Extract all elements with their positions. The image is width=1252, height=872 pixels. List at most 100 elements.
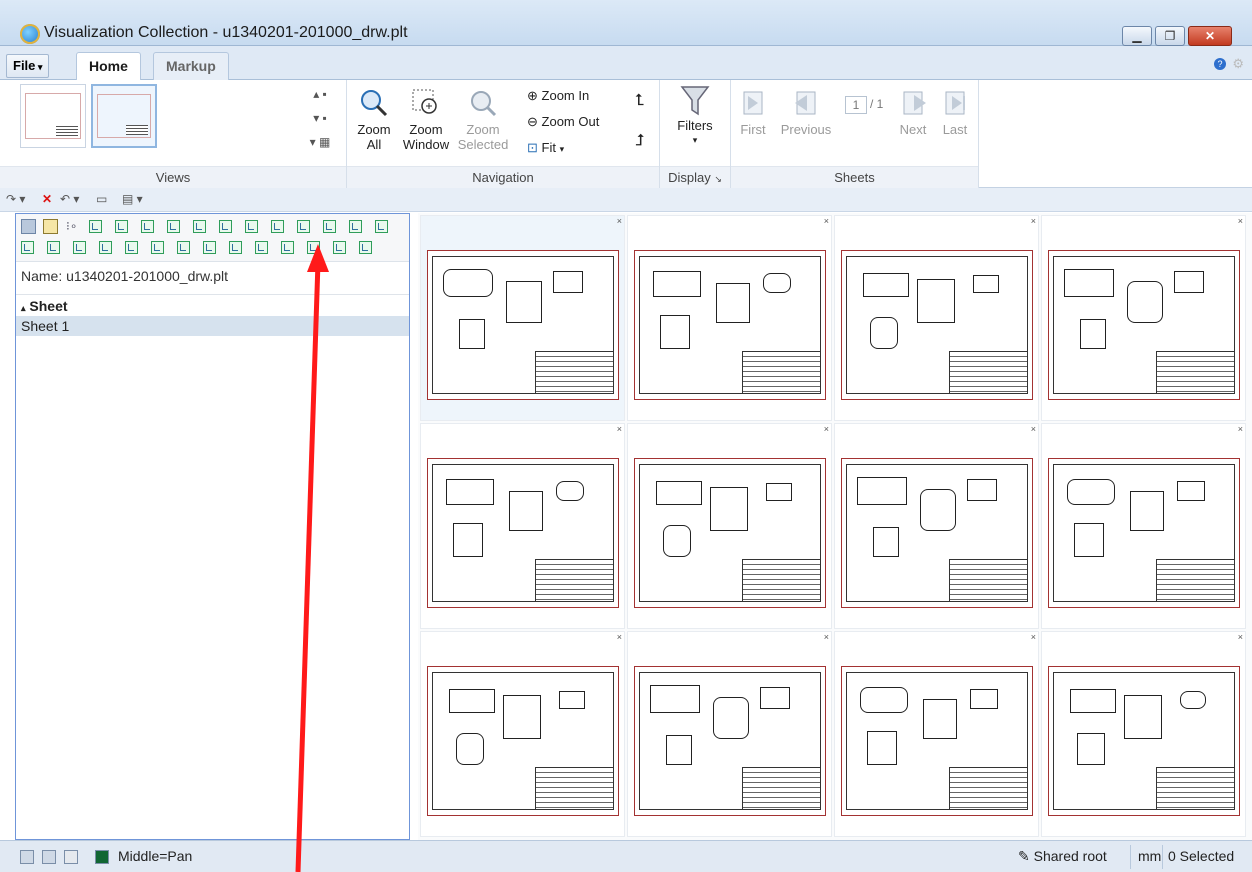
sheet-section-header[interactable]: ▴ Sheet [16, 294, 409, 316]
fit-button[interactable]: ⊡ Fit ▾ [527, 140, 564, 156]
model-part-icon[interactable] [73, 241, 86, 254]
open-folder-icon[interactable]: ▭ [96, 192, 107, 206]
close-thumbnail-icon[interactable]: × [617, 216, 622, 226]
sheet-thumbnail[interactable]: × [1041, 215, 1246, 421]
filters-button[interactable]: Filters ▾ [670, 84, 720, 148]
page-number-input[interactable]: 1 [845, 96, 867, 114]
zoom-in-button[interactable]: ⊕ Zoom In [527, 88, 589, 104]
model-part-icon[interactable] [47, 241, 60, 254]
close-thumbnail-icon[interactable]: × [617, 632, 622, 642]
model-part-icon[interactable] [141, 220, 154, 233]
sheet-thumbnail[interactable]: × [834, 631, 1039, 837]
delete-icon[interactable]: ✕ [42, 192, 52, 206]
help-icon[interactable]: ? [1214, 58, 1226, 70]
model-part-icon[interactable] [203, 241, 216, 254]
drawing-view [1174, 271, 1204, 293]
markup-icon[interactable] [43, 219, 58, 234]
model-part-icon[interactable] [333, 241, 346, 254]
model-part-icon[interactable] [177, 241, 190, 254]
tree-icon[interactable]: ⁝∘ [66, 219, 77, 233]
sheet-thumbnail[interactable]: × [834, 423, 1039, 629]
model-part-icon[interactable] [297, 220, 310, 233]
close-thumbnail-icon[interactable]: × [1238, 216, 1243, 226]
view-thumbnail[interactable] [20, 84, 86, 148]
sheet-thumbnail[interactable]: × [420, 423, 625, 629]
model-part-icon[interactable] [281, 241, 294, 254]
sheet-thumbnail[interactable]: × [627, 423, 832, 629]
close-thumbnail-icon[interactable]: × [1031, 424, 1036, 434]
close-thumbnail-icon[interactable]: × [1238, 632, 1243, 642]
previous-button[interactable]: Previous [773, 88, 839, 137]
model-part-icon[interactable] [375, 220, 388, 233]
model-part-icon[interactable] [245, 220, 258, 233]
minimize-button[interactable]: ▁ [1122, 26, 1152, 46]
model-part-icon[interactable] [115, 220, 128, 233]
settings-icon[interactable]: ⚙ [1232, 56, 1244, 72]
layout-blank-icon[interactable] [64, 850, 78, 864]
zoom-window-label-1: Zoom [409, 122, 443, 137]
close-thumbnail-icon[interactable]: × [1031, 216, 1036, 226]
layout-split-icon[interactable] [42, 850, 56, 864]
drawing-view [1124, 695, 1162, 739]
properties-icon[interactable]: ▤ ▾ [122, 192, 143, 206]
performance-icon[interactable] [95, 850, 109, 864]
model-part-icon[interactable] [349, 220, 362, 233]
drawing-view [967, 479, 997, 501]
model-part-icon[interactable] [21, 241, 34, 254]
close-thumbnail-icon[interactable]: × [824, 424, 829, 434]
sheet-thumbnail[interactable]: × [834, 215, 1039, 421]
model-part-icon[interactable] [219, 220, 232, 233]
units-label[interactable]: mm [1138, 848, 1161, 864]
drawing-border [432, 464, 614, 602]
first-button[interactable]: First [733, 88, 773, 137]
drawing-view [716, 283, 750, 323]
undo-icon[interactable]: ↶ ▾ [60, 192, 79, 206]
rotate-right-icon[interactable]: ⮥ [635, 132, 644, 150]
close-thumbnail-icon[interactable]: × [824, 216, 829, 226]
tab-markup[interactable]: Markup [153, 52, 229, 80]
sheet-thumbnail[interactable]: × [627, 631, 832, 837]
layout-single-icon[interactable] [20, 850, 34, 864]
model-part-icon[interactable] [89, 220, 102, 233]
model-part-icon[interactable] [151, 241, 164, 254]
zoom-all-button[interactable]: Zoom All [355, 88, 393, 152]
close-thumbnail-icon[interactable]: × [617, 424, 622, 434]
magnifier-icon [359, 88, 389, 118]
close-thumbnail-icon[interactable]: × [1238, 424, 1243, 434]
collection-icon[interactable] [21, 219, 36, 234]
close-thumbnail-icon[interactable]: × [1031, 632, 1036, 642]
sheet-thumbnail[interactable]: × [1041, 423, 1246, 629]
model-part-icon[interactable] [359, 241, 372, 254]
sheet-thumbnail[interactable]: × [1041, 631, 1246, 837]
sheet-thumbnail[interactable]: × [627, 215, 832, 421]
model-part-icon[interactable] [229, 241, 242, 254]
sheet-row-1[interactable]: Sheet 1 [16, 316, 409, 336]
next-button[interactable]: Next [893, 88, 933, 137]
model-part-icon[interactable] [193, 220, 206, 233]
dialog-launcher-icon[interactable]: ↘ [714, 174, 722, 184]
view-thumbnail-selected[interactable] [91, 84, 157, 148]
model-part-icon[interactable] [323, 220, 336, 233]
zoom-window-button[interactable]: Zoom Window [401, 88, 451, 152]
model-part-icon[interactable] [99, 241, 112, 254]
file-menu-button[interactable]: File ▾ [6, 54, 50, 78]
model-part-icon[interactable] [255, 241, 268, 254]
page-total: / 1 [870, 97, 884, 111]
shared-root-status[interactable]: ✎ Shared root [1018, 848, 1107, 865]
redo-icon[interactable]: ↷ ▾ [6, 192, 25, 206]
close-button[interactable]: ✕ [1188, 26, 1232, 46]
rotate-left-icon[interactable]: ⮤ [635, 92, 644, 110]
tab-home[interactable]: Home [76, 52, 141, 81]
sheet-thumbnail[interactable]: × [420, 631, 625, 837]
maximize-button[interactable]: ❐ [1155, 26, 1185, 46]
model-part-icon[interactable] [271, 220, 284, 233]
zoom-selected-button[interactable]: Zoom Selected [457, 88, 509, 152]
close-thumbnail-icon[interactable]: × [824, 632, 829, 642]
model-part-icon[interactable] [125, 241, 138, 254]
model-part-icon[interactable] [307, 241, 320, 254]
views-scroll-controls[interactable]: ▴ ▪ ▾ ▪ ▾ ▦ [308, 82, 332, 158]
model-part-icon[interactable] [167, 220, 180, 233]
zoom-out-button[interactable]: ⊖ Zoom Out [527, 114, 599, 130]
last-button[interactable]: Last [935, 88, 975, 137]
sheet-thumbnail[interactable]: × [420, 215, 625, 421]
